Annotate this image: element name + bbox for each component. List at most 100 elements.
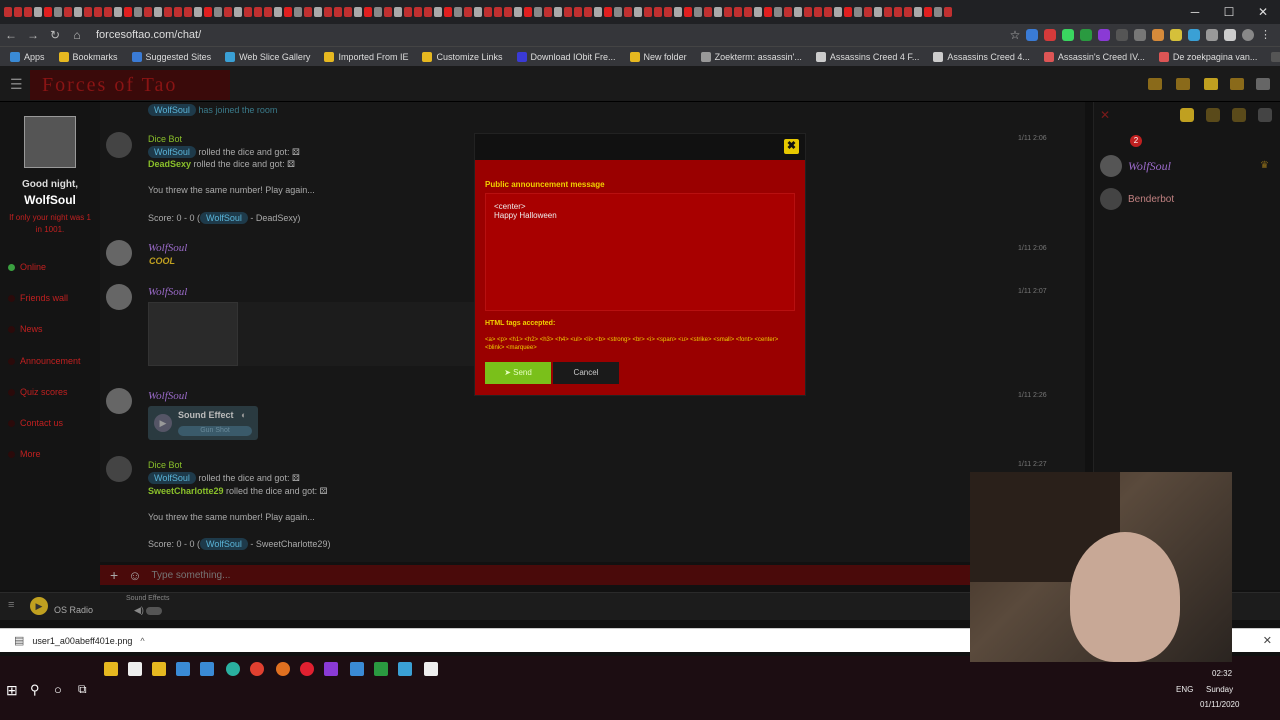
- bookmark-item[interactable]: Assassins Creed 4 F...: [815, 51, 919, 62]
- browser-tab[interactable]: [784, 7, 792, 17]
- browser-tab[interactable]: [474, 7, 482, 17]
- skype-icon[interactable]: [398, 662, 412, 676]
- browser-tab[interactable]: [554, 7, 562, 17]
- browser-tab[interactable]: [704, 7, 712, 17]
- browser-tab[interactable]: [494, 7, 502, 17]
- browser-tab[interactable]: [164, 7, 172, 17]
- star-icon[interactable]: ☆: [1004, 28, 1026, 42]
- browser-tab[interactable]: [634, 7, 642, 17]
- opera-icon[interactable]: [300, 662, 314, 676]
- browser-tab[interactable]: [324, 7, 332, 17]
- file-explorer-icon[interactable]: [104, 662, 118, 676]
- chat-input[interactable]: [151, 569, 552, 581]
- browser-tab[interactable]: [724, 7, 732, 17]
- browser-tab[interactable]: [514, 7, 522, 17]
- browser-tab[interactable]: [654, 7, 662, 17]
- cancel-button[interactable]: Cancel: [553, 362, 619, 384]
- avatar[interactable]: [1256, 78, 1270, 90]
- online-user[interactable]: Benderbot: [1100, 188, 1174, 210]
- users-icon[interactable]: [1180, 108, 1194, 122]
- home-icon[interactable]: [1232, 108, 1246, 122]
- cortana-icon[interactable]: ○: [54, 682, 62, 697]
- browser-tab[interactable]: [564, 7, 572, 17]
- close-panel-icon[interactable]: ✕: [1100, 108, 1114, 122]
- browser-tab[interactable]: [734, 7, 742, 17]
- browser-tab[interactable]: [174, 7, 182, 17]
- volume-icon[interactable]: ◐: [241, 410, 246, 420]
- message-screenshot-image[interactable]: [148, 302, 238, 366]
- browser-tab[interactable]: [84, 7, 92, 17]
- bookmark-item[interactable]: Customize Links: [422, 51, 503, 62]
- browser-tab[interactable]: [924, 7, 932, 17]
- browser-tab[interactable]: [94, 7, 102, 17]
- browser-tab[interactable]: [114, 7, 122, 17]
- message-author[interactable]: Dice Bot: [148, 460, 182, 470]
- browser-tab[interactable]: [744, 7, 752, 17]
- reload-icon[interactable]: ↻: [44, 28, 66, 42]
- browser-tab[interactable]: [134, 7, 142, 17]
- firefox-icon[interactable]: [276, 662, 290, 676]
- browser-tab[interactable]: [194, 7, 202, 17]
- browser-tab-strip[interactable]: ─ ☐ ✕: [0, 0, 1280, 24]
- browser-tab[interactable]: [254, 7, 262, 17]
- browser-tab[interactable]: [344, 7, 352, 17]
- maximize-icon[interactable]: ☐: [1212, 0, 1246, 24]
- bookmark-item[interactable]: Assassins Creed 4...: [933, 51, 1030, 62]
- browser-tab[interactable]: [524, 7, 532, 17]
- sidebar-item-friends-wall[interactable]: Friends wall: [8, 293, 68, 303]
- bookmark-item[interactable]: Web Slice Gallery: [225, 51, 310, 62]
- browser-tab[interactable]: [794, 7, 802, 17]
- extension-icon[interactable]: [1170, 29, 1182, 41]
- browser-tab[interactable]: [574, 7, 582, 17]
- forward-icon[interactable]: →: [22, 28, 44, 42]
- browser-tab[interactable]: [34, 7, 42, 17]
- edge-icon[interactable]: [226, 662, 240, 676]
- bookmark-item[interactable]: New folder: [629, 51, 687, 62]
- app-icon[interactable]: [152, 662, 166, 676]
- close-icon[interactable]: ✖: [784, 139, 799, 154]
- browser-tab[interactable]: [464, 7, 472, 17]
- app-icon[interactable]: [176, 662, 190, 676]
- browser-tab[interactable]: [434, 7, 442, 17]
- chrome-icon[interactable]: [250, 662, 264, 676]
- browser-tab[interactable]: [314, 7, 322, 17]
- play-icon[interactable]: ▶: [154, 414, 172, 432]
- bookmark-item[interactable]: Apps: [10, 51, 45, 62]
- browser-tab[interactable]: [504, 7, 512, 17]
- sidebar-item-more[interactable]: More: [8, 449, 41, 459]
- browser-tab[interactable]: [844, 7, 852, 17]
- extension-icon[interactable]: [1116, 29, 1128, 41]
- browser-tab[interactable]: [24, 7, 32, 17]
- browser-tab[interactable]: [354, 7, 362, 17]
- windows-start-icon[interactable]: ⊞: [6, 682, 18, 699]
- equalizer-icon[interactable]: ≡: [8, 599, 14, 611]
- close-icon[interactable]: ✕: [1263, 634, 1272, 647]
- dice-bot-avatar[interactable]: [106, 456, 132, 482]
- tab-list[interactable]: [4, 7, 953, 17]
- browser-tab[interactable]: [644, 7, 652, 17]
- user-avatar[interactable]: [106, 388, 132, 414]
- browser-tab[interactable]: [944, 7, 952, 17]
- user-avatar[interactable]: [106, 284, 132, 310]
- plus-icon[interactable]: +: [110, 567, 118, 583]
- clock-date[interactable]: 01/11/2020: [1200, 700, 1239, 709]
- browser-tab[interactable]: [404, 7, 412, 17]
- browser-tab[interactable]: [74, 7, 82, 17]
- play-icon[interactable]: ▶: [30, 597, 48, 615]
- browser-tab[interactable]: [834, 7, 842, 17]
- extension-icon[interactable]: [1188, 29, 1200, 41]
- browser-tab[interactable]: [534, 7, 542, 17]
- extension-icon[interactable]: [1080, 29, 1092, 41]
- menu-dots-icon[interactable]: ⋮: [1260, 29, 1272, 41]
- browser-tab[interactable]: [384, 7, 392, 17]
- search-icon[interactable]: [1258, 108, 1272, 122]
- announcement-textarea[interactable]: <center> Happy Halloween: [485, 193, 795, 311]
- dice-bot-avatar[interactable]: [106, 132, 132, 158]
- browser-tab[interactable]: [904, 7, 912, 17]
- emoji-icon[interactable]: ☺: [128, 568, 141, 583]
- extension-icon[interactable]: [1044, 29, 1056, 41]
- store-icon[interactable]: [128, 662, 142, 676]
- user-avatar[interactable]: [24, 116, 76, 168]
- browser-tab[interactable]: [264, 7, 272, 17]
- browser-tab[interactable]: [104, 7, 112, 17]
